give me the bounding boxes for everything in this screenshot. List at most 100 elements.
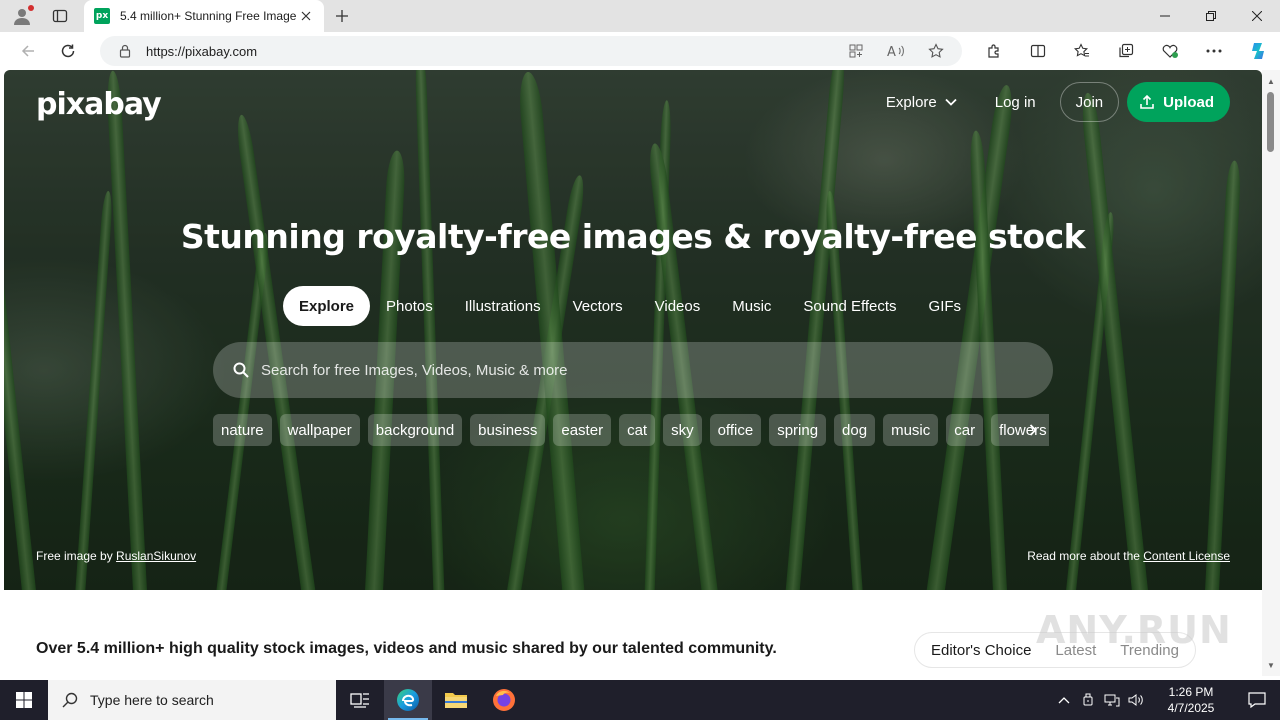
tab-explore[interactable]: Explore bbox=[283, 286, 371, 326]
tab-videos[interactable]: Videos bbox=[655, 286, 701, 326]
chevron-up-icon bbox=[1058, 697, 1070, 704]
restore-button[interactable] bbox=[1188, 0, 1234, 32]
tag-chip[interactable]: wallpaper bbox=[279, 414, 360, 446]
app-available-button[interactable] bbox=[838, 36, 874, 66]
tags-scroll-next-button[interactable] bbox=[1018, 414, 1048, 446]
svg-text:A: A bbox=[887, 45, 896, 59]
minimize-icon bbox=[1160, 15, 1170, 17]
browser-tab-active[interactable]: px 5.4 million+ Stunning Free Images bbox=[84, 0, 324, 32]
tray-device-button[interactable] bbox=[1076, 680, 1100, 720]
license-note: Read more about the Content License bbox=[1027, 549, 1230, 563]
tab-music[interactable]: Music bbox=[732, 286, 771, 326]
split-screen-icon bbox=[1030, 44, 1046, 58]
tag-chip[interactable]: sky bbox=[663, 414, 702, 446]
page-scrollbar[interactable]: ▲ ▼ bbox=[1262, 70, 1280, 676]
collections-button[interactable] bbox=[1104, 35, 1148, 67]
settings-more-button[interactable] bbox=[1192, 35, 1236, 67]
address-bar-actions: A bbox=[838, 36, 954, 66]
taskbar-firefox-app[interactable] bbox=[480, 680, 528, 720]
browser-essentials-button[interactable] bbox=[1148, 35, 1192, 67]
tab-title: 5.4 million+ Stunning Free Images bbox=[120, 9, 296, 23]
credit-author-link[interactable]: RuslanSikunov bbox=[116, 549, 196, 563]
taskbar-clock[interactable]: 1:26 PM 4/7/2025 bbox=[1156, 684, 1226, 716]
tab-sound-effects[interactable]: Sound Effects bbox=[803, 286, 896, 326]
chevron-right-icon bbox=[1029, 424, 1037, 436]
scroll-up-arrow-icon[interactable]: ▲ bbox=[1266, 76, 1276, 86]
upload-button[interactable]: Upload bbox=[1127, 82, 1230, 122]
tag-chip[interactable]: dog bbox=[834, 414, 876, 446]
tag-chip[interactable]: office bbox=[709, 414, 762, 446]
extensions-button[interactable] bbox=[972, 35, 1016, 67]
system-tray: 1:26 PM 4/7/2025 bbox=[1052, 680, 1280, 720]
tab-actions-button[interactable] bbox=[44, 0, 76, 32]
tag-chip[interactable]: easter bbox=[553, 414, 612, 446]
task-view-button[interactable] bbox=[336, 680, 384, 720]
minimize-button[interactable] bbox=[1142, 0, 1188, 32]
join-button[interactable]: Join bbox=[1059, 82, 1120, 122]
tag-chip[interactable]: car bbox=[946, 414, 984, 446]
chevron-down-icon bbox=[945, 98, 957, 106]
browser-titlebar: px 5.4 million+ Stunning Free Images bbox=[0, 0, 1280, 32]
taskbar-search-box[interactable]: Type here to search bbox=[48, 680, 336, 720]
filter-editors-choice[interactable]: Editor's Choice bbox=[919, 632, 1043, 668]
close-window-button[interactable] bbox=[1234, 0, 1280, 32]
community-tagline: Over 5.4 million+ high quality stock ima… bbox=[36, 640, 777, 657]
tag-chip[interactable]: music bbox=[883, 414, 939, 446]
show-hidden-icons-button[interactable] bbox=[1052, 680, 1076, 720]
tag-chip[interactable]: business bbox=[470, 414, 546, 446]
copilot-button[interactable] bbox=[1236, 35, 1280, 67]
start-button[interactable] bbox=[0, 680, 48, 720]
tab-gifs[interactable]: GIFs bbox=[929, 286, 962, 326]
star-icon bbox=[928, 43, 944, 58]
read-aloud-icon: A bbox=[887, 45, 904, 59]
plus-icon bbox=[336, 10, 348, 22]
scroll-down-arrow-icon[interactable]: ▼ bbox=[1266, 660, 1276, 670]
read-aloud-button[interactable]: A bbox=[878, 36, 914, 66]
back-button[interactable] bbox=[12, 35, 44, 67]
taskbar-file-explorer-app[interactable] bbox=[432, 680, 480, 720]
notification-center-button[interactable] bbox=[1234, 680, 1280, 720]
firefox-icon bbox=[493, 689, 515, 711]
search-input[interactable]: Search for free Images, Videos, Music & … bbox=[213, 342, 1053, 398]
address-bar[interactable]: https://pixabay.com A bbox=[100, 36, 962, 66]
tag-chip[interactable]: cat bbox=[619, 414, 656, 446]
tag-chip[interactable]: background bbox=[367, 414, 463, 446]
content-license-link[interactable]: Content License bbox=[1143, 549, 1230, 563]
taskbar-edge-app[interactable] bbox=[384, 680, 432, 720]
favorite-button[interactable] bbox=[918, 36, 954, 66]
window-controls bbox=[1142, 0, 1280, 32]
refresh-button[interactable] bbox=[52, 35, 84, 67]
url-text[interactable]: https://pixabay.com bbox=[146, 44, 257, 59]
close-icon bbox=[301, 11, 311, 21]
pixabay-logo[interactable]: pixabay bbox=[36, 87, 162, 122]
tab-close-button[interactable] bbox=[298, 8, 314, 24]
taskbar-search-placeholder: Type here to search bbox=[90, 692, 214, 708]
lock-icon bbox=[119, 44, 131, 58]
tab-illustrations[interactable]: Illustrations bbox=[465, 286, 541, 326]
page-viewport: pixabay Explore Log in Join Upload Stunn… bbox=[4, 70, 1262, 676]
tab-photos[interactable]: Photos bbox=[386, 286, 433, 326]
volume-button[interactable] bbox=[1124, 680, 1148, 720]
media-type-tabs: Explore Photos Illustrations Vectors Vid… bbox=[283, 286, 993, 326]
explore-label: Explore bbox=[885, 93, 937, 111]
usb-device-icon bbox=[1083, 693, 1093, 706]
login-link[interactable]: Log in bbox=[995, 94, 1036, 111]
favorites-button[interactable] bbox=[1060, 35, 1104, 67]
split-screen-button[interactable] bbox=[1016, 35, 1060, 67]
new-tab-button[interactable] bbox=[332, 6, 352, 26]
more-dots-icon bbox=[1206, 49, 1222, 53]
network-button[interactable] bbox=[1100, 680, 1124, 720]
close-icon bbox=[1252, 11, 1262, 21]
upload-label: Upload bbox=[1163, 93, 1214, 111]
notification-icon bbox=[1248, 692, 1266, 708]
profile-button[interactable] bbox=[0, 0, 44, 32]
profile-notification-dot bbox=[28, 5, 34, 11]
tab-vectors[interactable]: Vectors bbox=[573, 286, 623, 326]
clock-time: 1:26 PM bbox=[1168, 685, 1214, 699]
tag-chip[interactable]: nature bbox=[213, 414, 272, 446]
tag-chip[interactable]: spring bbox=[769, 414, 827, 446]
search-placeholder: Search for free Images, Videos, Music & … bbox=[261, 361, 568, 379]
browser-toolbar-right bbox=[972, 35, 1280, 67]
explore-menu-button[interactable]: Explore bbox=[886, 94, 957, 111]
scrollbar-thumb[interactable] bbox=[1267, 92, 1274, 152]
